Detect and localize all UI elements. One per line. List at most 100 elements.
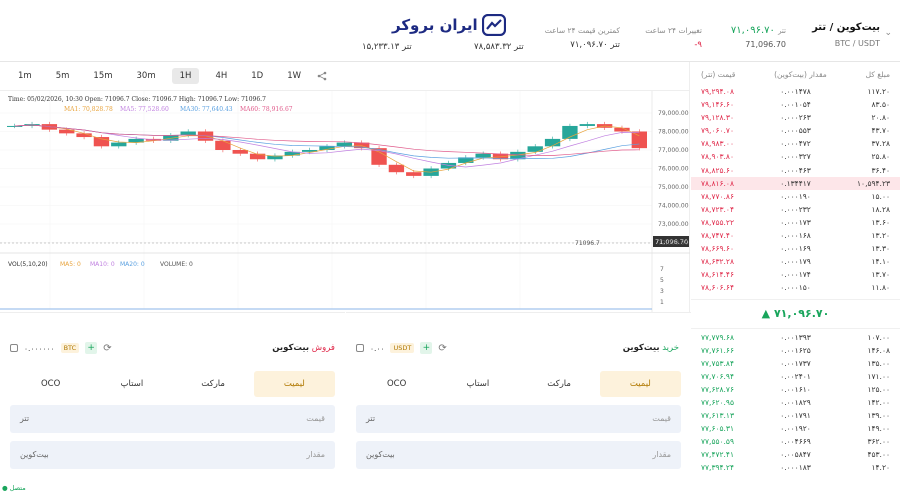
candle — [544, 138, 561, 147]
price-cell: ۷۷,۳۹۴.۲۴ — [701, 463, 734, 473]
ask-row[interactable]: ۷۸,۹۸۳.۰۰ ۰.۰۰۰۴۷۲ ۳۷.۲۸ — [691, 137, 900, 150]
brand-name: ایران بروکر — [392, 16, 478, 34]
timeframe-15m[interactable]: 15m — [85, 68, 120, 84]
deposit-plus-icon[interactable]: + — [420, 342, 433, 354]
pair-selector[interactable]: بیت‌کوین / تتر BTC / USDT ⌄ — [812, 22, 892, 48]
timeframe-1m[interactable]: 1m — [10, 68, 40, 84]
tab-stop[interactable]: استاپ — [437, 371, 518, 397]
ask-row[interactable]: ۷۸,۷۷۰.۸۶ ۰.۰۰۰۱۹۰ ۱۵.۰۰ — [691, 190, 900, 203]
sell-amount-input[interactable]: مقدار بیت‌کوین — [10, 441, 335, 469]
price-cell: ۷۷,۷۵۳.۸۴ — [701, 358, 734, 368]
price-cell: ۷۷,۷۶۱.۶۶ — [701, 345, 734, 355]
volume-label: VOLUME: 0 — [160, 261, 193, 268]
amount-cell: ۰.۰۰۰۱۹۰ — [780, 191, 811, 201]
refresh-icon[interactable]: ⟳ — [438, 343, 446, 354]
buy-price-input[interactable]: قیمت تتر — [356, 405, 681, 433]
timeframe-4h[interactable]: 4H — [207, 68, 235, 84]
ask-row[interactable]: ۷۸,۸۱۶.۰۸ ۰.۱۳۴۴۱۷ ۱۰,۵۹۴.۲۳ — [691, 176, 900, 190]
buy-checkbox[interactable] — [356, 344, 364, 352]
bid-row[interactable]: ۷۷,۶۲۸.۷۶ ۰.۰۰۱۶۱۰ ۱۲۵.۰۰ — [691, 383, 900, 396]
total-cell: ۱۸.۲۸ — [871, 204, 891, 214]
ask-row[interactable]: ۷۹,۲۹۴.۰۸ ۰.۰۰۱۴۷۸ ۱۱۷.۲۰ — [691, 85, 900, 98]
amount-cell: ۰.۰۰۰۱۶۹ — [780, 244, 811, 254]
stat-low: کمترین قیمت ۲۴ ساعت ۷۱,۰۹۶.۷۰ تتر — [544, 26, 620, 50]
total-cell: ۱۰,۵۹۴.۲۳ — [857, 178, 890, 188]
candle — [7, 125, 23, 127]
timeframe-30m[interactable]: 30m — [129, 68, 164, 84]
bid-row[interactable]: ۷۷,۷۷۹.۶۸ ۰.۰۰۱۳۹۳ ۱۰۷.۰۰ — [691, 331, 900, 344]
ask-row[interactable]: ۷۸,۷۲۳.۰۴ ۰.۰۰۰۲۳۲ ۱۸.۲۸ — [691, 203, 900, 216]
top-header: ایران بروکر ۱۵,۲۳۳.۱۳ تتر ۷۸,۵۸۳.۳۲ تتر … — [0, 0, 900, 62]
tab-limit[interactable]: لیمیت — [599, 371, 681, 397]
tab-oco[interactable]: OCO — [356, 371, 437, 397]
chevron-down-icon: ⌄ — [884, 28, 892, 38]
ma30-label: MA30: 77,640.43 — [180, 106, 233, 113]
vol-label: VOL(5,10,20) — [8, 261, 48, 268]
tab-market[interactable]: مارکت — [519, 371, 600, 397]
total-cell: ۱۴.۲۰ — [871, 463, 891, 473]
ohlc-label: Time: 05/02/2026, 10:30 Open: 71096.7 Cl… — [8, 96, 266, 103]
ask-row[interactable]: ۷۸,۶۱۴.۴۶ ۰.۰۰۰۱۷۴ ۱۳.۷۰ — [691, 268, 900, 281]
refresh-icon[interactable]: ⟳ — [103, 343, 111, 354]
share-icon[interactable] — [317, 71, 327, 81]
candle — [388, 164, 405, 173]
price-chart[interactable]: Time: 05/02/2026, 10:30 Open: 71096.7 Cl… — [0, 91, 690, 313]
candle — [93, 137, 110, 147]
bid-row[interactable]: ۷۷,۴۷۲.۴۱ ۰.۰۰۵۸۴۷ ۴۵۳.۰۰ — [691, 448, 900, 461]
price-cell: ۷۸,۶۱۴.۴۶ — [701, 270, 734, 280]
tab-oco[interactable]: OCO — [10, 371, 91, 397]
total-cell: ۱۷۱.۰۰ — [867, 371, 890, 381]
ask-row[interactable]: ۷۹,۰۶۰.۷۰ ۰.۰۰۰۵۵۳ ۴۳.۷۰ — [691, 124, 900, 137]
brand-logo[interactable]: ایران بروکر — [392, 14, 506, 36]
amount-cell: ۰.۰۰۱۷۹۱ — [780, 411, 811, 421]
total-cell: ۱۰۷.۰۰ — [867, 332, 890, 342]
price-cell: ۷۹,۱۴۶.۶۰ — [701, 100, 734, 110]
bid-row[interactable]: ۷۷,۶۲۰.۹۵ ۰.۰۰۱۸۲۹ ۱۴۲.۰۰ — [691, 396, 900, 409]
ask-row[interactable]: ۷۸,۹۰۳.۸۰ ۰.۰۰۰۳۲۷ ۲۵.۸۰ — [691, 150, 900, 163]
timeframe-5m[interactable]: 5m — [48, 68, 78, 84]
deposit-plus-icon[interactable]: + — [85, 342, 98, 354]
price-cell: ۷۸,۸۱۶.۰۸ — [701, 178, 734, 188]
price-cell: ۷۸,۶۶۹.۶۰ — [701, 244, 734, 254]
tab-stop[interactable]: استاپ — [91, 371, 172, 397]
ask-row[interactable]: ۷۹,۱۲۸.۳۰ ۰.۰۰۰۲۶۳ ۲۰.۸۰ — [691, 111, 900, 124]
ask-row[interactable]: ۷۸,۷۴۷.۴۰ ۰.۰۰۰۱۶۸ ۱۳.۲۰ — [691, 229, 900, 242]
price-cell: ۷۸,۹۸۳.۰۰ — [701, 139, 734, 149]
ask-row[interactable]: ۷۸,۷۵۵.۲۲ ۰.۰۰۰۱۷۳ ۱۳.۶۰ — [691, 216, 900, 229]
timeframe-1d[interactable]: 1D — [243, 68, 271, 84]
bid-row[interactable]: ۷۷,۶۱۳.۱۳ ۰.۰۰۱۷۹۱ ۱۳۹.۰۰ — [691, 409, 900, 422]
tab-market[interactable]: مارکت — [173, 371, 254, 397]
ask-row[interactable]: ۷۸,۶۳۲.۲۸ ۰.۰۰۰۱۷۹ ۱۴.۱۰ — [691, 255, 900, 268]
total-cell: ۱۴.۱۰ — [871, 257, 891, 267]
ask-row[interactable]: ۷۸,۸۲۵.۶۰ ۰.۰۰۰۴۶۳ ۳۶.۴۰ — [691, 164, 900, 177]
bid-row[interactable]: ۷۷,۶۰۵.۳۱ ۰.۰۰۱۹۲۰ ۱۴۹.۰۰ — [691, 422, 900, 435]
total-cell: ۳۶.۴۰ — [871, 165, 891, 175]
bid-row[interactable]: ۷۷,۵۵۰.۵۹ ۰.۰۰۴۶۶۹ ۳۶۲.۰۰ — [691, 435, 900, 448]
amount-cell: ۰.۰۰۰۵۵۳ — [780, 126, 811, 136]
bid-row[interactable]: ۷۷,۳۹۴.۲۴ ۰.۰۰۰۱۸۳ ۱۴.۲۰ — [691, 461, 900, 474]
amount-cell: ۰.۰۰۰۲۶۳ — [780, 113, 811, 123]
candle — [475, 153, 491, 158]
sell-price-input[interactable]: قیمت تتر — [10, 405, 335, 433]
total-cell: ۱۲۵.۰۰ — [867, 384, 890, 394]
total-cell: ۱۳.۳۰ — [871, 244, 891, 254]
ask-row[interactable]: ۷۸,۶۶۹.۶۰ ۰.۰۰۰۱۶۹ ۱۳.۳۰ — [691, 242, 900, 255]
total-cell: ۱۳۹.۰۰ — [867, 411, 890, 421]
bid-row[interactable]: ۷۷,۷۰۶.۹۴ ۰.۰۰۲۴۰۱ ۱۷۱.۰۰ — [691, 370, 900, 383]
ask-row[interactable]: ۷۸,۶۰۶.۶۴ ۰.۰۰۰۱۵۰ ۱۱.۸۰ — [691, 281, 900, 294]
buy-amount-input[interactable]: مقدار بیت‌کوین — [356, 441, 681, 469]
total-cell: ۳۷.۲۸ — [871, 139, 891, 149]
bid-row[interactable]: ۷۷,۷۶۱.۶۶ ۰.۰۰۱۶۲۵ ۱۴۶.۰۸ — [691, 344, 900, 357]
sell-checkbox[interactable] — [10, 344, 18, 352]
tab-limit[interactable]: لیمیت — [253, 371, 335, 397]
bid-row[interactable]: ۷۷,۷۵۳.۸۴ ۰.۰۰۱۷۳۷ ۱۳۵.۰۰ — [691, 357, 900, 370]
timeframe-1h[interactable]: 1H — [171, 68, 200, 84]
pair-title: بیت‌کوین / تتر — [812, 22, 880, 33]
vol-ma20: MA20: 0 — [120, 261, 145, 268]
price-cell: ۷۸,۷۴۷.۴۰ — [701, 231, 734, 241]
candle — [579, 124, 595, 126]
timeframe-1w[interactable]: 1W — [279, 68, 309, 84]
total-cell: ۱۳۵.۰۰ — [867, 358, 890, 368]
ask-row[interactable]: ۷۹,۱۴۶.۶۰ ۰.۰۰۱۰۵۴ ۸۳.۵۰ — [691, 98, 900, 111]
total-cell: ۱۴۹.۰۰ — [867, 424, 890, 434]
